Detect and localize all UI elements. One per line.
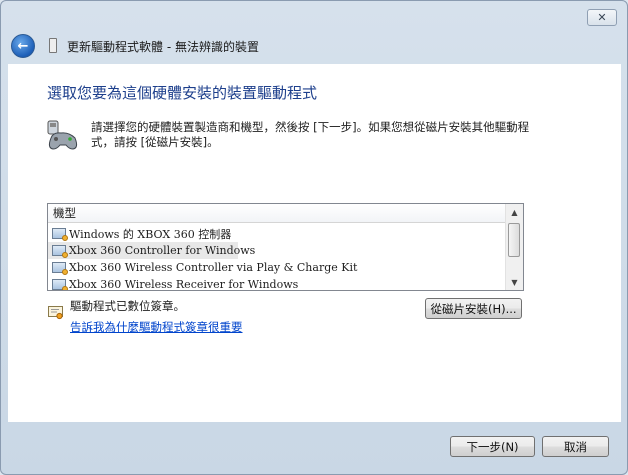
list-item-selected[interactable]: Xbox 360 Controller for Windows <box>48 242 255 259</box>
close-icon: ✕ <box>597 11 607 24</box>
back-arrow-icon: ← <box>17 38 29 54</box>
vertical-scrollbar[interactable]: ▲ ▼ <box>505 204 523 290</box>
list-item[interactable]: Windows 的 XBOX 360 控制器 <box>48 225 506 242</box>
signed-driver-icon <box>52 245 68 258</box>
list-item-label: Xbox 360 Wireless Receiver for Windows <box>69 278 299 291</box>
list-item-label: Xbox 360 Controller for Windows <box>69 244 256 257</box>
back-button[interactable]: ← <box>11 34 35 58</box>
list-column-header[interactable]: 機型 <box>48 204 506 223</box>
dialog-window: ✕ ← 更新驅動程式軟體 - 無法辨識的裝置 選取您要為這個硬體安裝的裝置驅動程… <box>0 0 628 475</box>
instruction-text: 請選擇您的硬體裝置製造商和機型，然後按 [下一步]。如果您想從磁片安裝其他驅動程… <box>91 120 530 149</box>
list-rows: Windows 的 XBOX 360 控制器 Xbox 360 Controll… <box>48 225 506 291</box>
scrollbar-thumb[interactable] <box>508 223 520 257</box>
window-title: 更新驅動程式軟體 - 無法辨識的裝置 <box>67 40 259 54</box>
list-item-label: Windows 的 XBOX 360 控制器 <box>69 227 232 241</box>
scroll-down-icon[interactable]: ▼ <box>506 274 523 290</box>
signature-info-link[interactable]: 告訴我為什麼驅動程式簽章很重要 <box>70 319 243 335</box>
cancel-button[interactable]: 取消 <box>542 436 609 457</box>
signed-driver-icon <box>52 279 68 290</box>
signed-driver-icon <box>52 228 68 241</box>
model-listbox[interactable]: 機型 Windows 的 XBOX 360 控制器 Xbox 360 Contr… <box>47 203 524 291</box>
signed-driver-icon <box>52 262 68 275</box>
signature-status: 驅動程式已數位簽章。 <box>70 299 185 313</box>
next-button[interactable]: 下一步(N) <box>450 436 535 457</box>
list-item[interactable]: Xbox 360 Wireless Controller via Play & … <box>48 259 506 276</box>
list-item-label: Xbox 360 Wireless Controller via Play & … <box>69 261 358 274</box>
have-disk-button[interactable]: 從磁片安裝(H)... <box>425 298 522 319</box>
signed-certificate-icon <box>48 306 63 320</box>
game-controller-icon <box>47 120 78 150</box>
close-button[interactable]: ✕ <box>587 9 617 26</box>
device-icon <box>49 38 57 53</box>
wizard-content: 選取您要為這個硬體安裝的裝置驅動程式 請選擇您的硬體裝置製造商和機型，然後按 [… <box>8 64 621 422</box>
scroll-up-icon[interactable]: ▲ <box>506 204 523 220</box>
list-item[interactable]: Xbox 360 Wireless Receiver for Windows <box>48 276 506 291</box>
page-heading: 選取您要為這個硬體安裝的裝置驅動程式 <box>47 84 318 102</box>
